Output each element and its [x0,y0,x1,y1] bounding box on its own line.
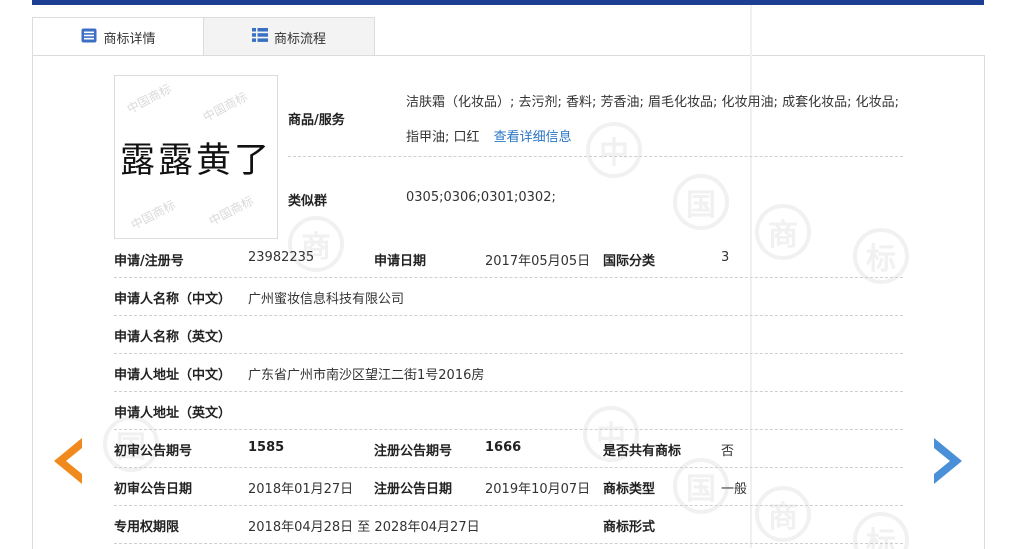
watermark-char: 商 [755,486,811,542]
divider [114,353,903,354]
prev-arrow-icon[interactable] [52,436,84,490]
divider [288,156,903,157]
exclusive-period-value: 2018年04月28日 至 2028年04月27日 [248,520,480,535]
divider [114,505,903,506]
apply-date-value: 2017年05月05日 [485,254,591,269]
divider [114,277,903,278]
exclusive-period-label: 专用权期限 [114,520,180,535]
goods-services-line2: 指甲油; 口红 查看详细信息 [406,126,572,145]
reg-no-label: 申请/注册号 [114,254,184,269]
image-watermark: 中国商标 [206,193,256,229]
watermark-char: 中 [586,122,642,178]
tab-bar: 商标详情 商标流程 [32,17,984,57]
divider [114,315,903,316]
prelim-no-value: 1585 [248,440,285,455]
view-details-link[interactable]: 查看详细信息 [494,130,572,145]
trademark-detail-panel: 商 中 国 商 标 国 中 国 商 标 中国商标 中国商标 中国商标 中国商标 … [32,55,985,549]
prelim-date-value: 2018年01月27日 [248,482,354,497]
shared-value: 否 [721,444,735,459]
intl-class-label: 国际分类 [603,254,656,269]
divider [114,543,903,544]
goods-services-label: 商品/服务 [288,113,345,128]
tab-trademark-details[interactable]: 商标详情 [32,17,205,57]
divider [114,467,903,468]
reg-pub-date-value: 2019年10月07日 [485,482,591,497]
reg-pub-no-label: 注册公告期号 [374,444,453,459]
shared-label: 是否共有商标 [603,444,682,459]
reg-no-value: 23982235 [248,250,315,265]
tab-label: 商标详情 [103,32,156,47]
divider [114,429,903,430]
tab-trademark-process[interactable]: 商标流程 [203,17,375,56]
tm-form-label: 商标形式 [603,520,656,535]
address-en-label: 申请人地址（英文） [114,406,232,421]
goods-services-text: 指甲油; 口红 [406,130,480,145]
prelim-no-label: 初审公告期号 [114,444,193,459]
next-arrow-icon[interactable] [932,436,964,490]
tm-type-label: 商标类型 [603,482,656,497]
prelim-date-label: 初审公告日期 [114,482,193,497]
applicant-en-label: 申请人名称（英文） [114,330,232,345]
image-watermark: 中国商标 [200,89,250,125]
goods-services-line1: 洁肤霜（化妆品）; 去污剂; 香料; 芳香油; 眉毛化妆品; 化妆用油; 成套化… [406,95,899,110]
intl-class-value: 3 [721,250,730,265]
reg-pub-date-label: 注册公告日期 [374,482,453,497]
image-watermark: 中国商标 [124,81,174,117]
tab-label: 商标流程 [273,31,326,47]
similar-group-label: 类似群 [288,194,328,209]
top-header-bar [32,0,984,5]
watermark-char: 国 [673,174,729,230]
divider [114,391,903,392]
grid-list-icon [251,28,268,46]
applicant-cn-value: 广州蜜妆信息科技有限公司 [248,292,405,307]
document-list-icon [81,28,97,47]
similar-group-value: 0305;0306;0301;0302; [406,190,556,205]
image-watermark: 中国商标 [128,197,178,233]
applicant-cn-label: 申请人名称（中文） [114,292,232,307]
watermark-char: 商 [755,204,811,260]
apply-date-label: 申请日期 [374,254,427,269]
trademark-image[interactable]: 中国商标 中国商标 中国商标 中国商标 露露黄了 [114,75,278,239]
watermark-char: 标 [853,228,909,284]
trademark-name: 露露黄了 [119,141,272,181]
address-cn-label: 申请人地址（中文） [114,368,232,383]
reg-pub-no-value: 1666 [485,440,522,455]
address-cn-value: 广东省广州市南沙区望江二街1号2016房 [248,368,485,383]
tm-type-value: 一般 [721,482,748,497]
